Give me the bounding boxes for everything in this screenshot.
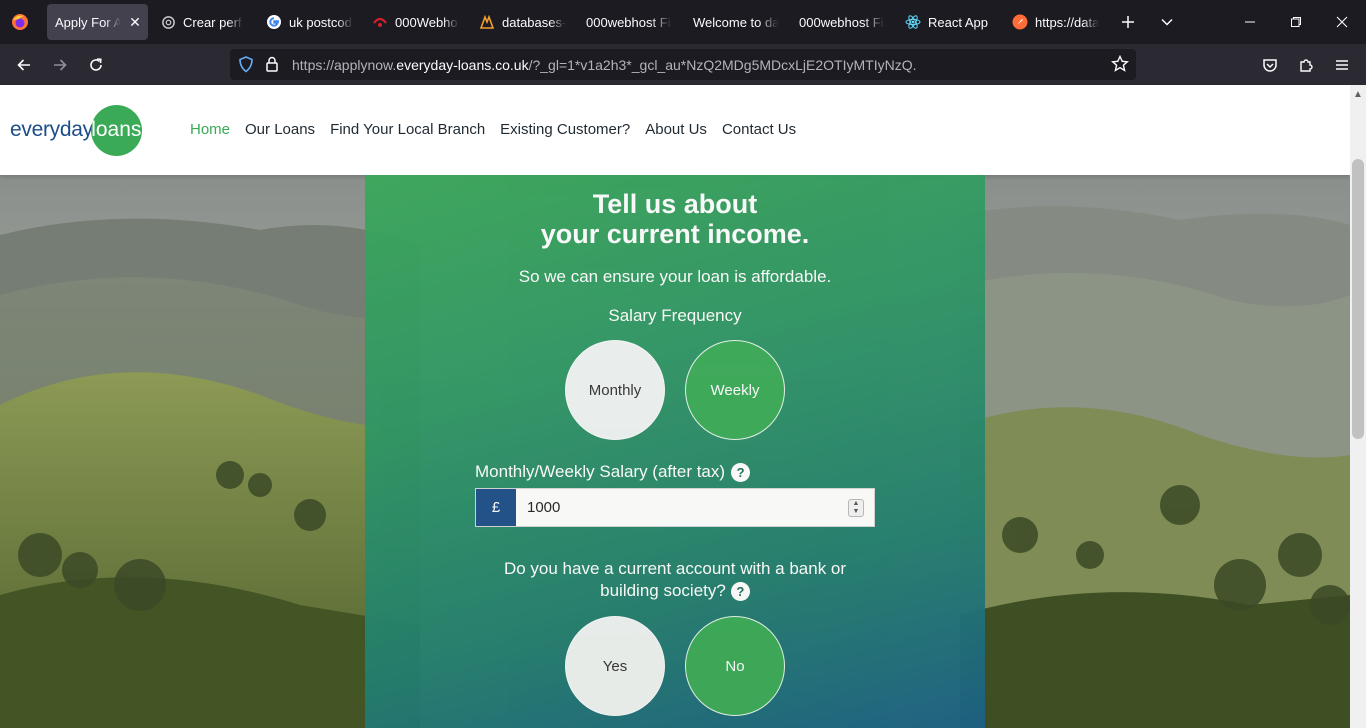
extensions-icon[interactable] [1293,52,1319,78]
everyday-loans-logo[interactable]: everyday loans [10,104,142,156]
help-icon[interactable]: ? [730,582,750,602]
chatgpt-icon [160,14,176,30]
tab-title: uk postcode [289,14,353,30]
webhost-icon [372,14,388,30]
tab-title: Apply For A Loan [55,14,121,30]
tab-apply-for-a-loan[interactable]: Apply For A Loan ✕ [47,4,148,40]
site-header: everyday loans Home Our Loans Find Your … [0,85,1350,175]
tab-https-data[interactable]: https://data [1012,4,1102,40]
url-text[interactable]: https://applynow.everyday-loans.co.uk/?_… [292,57,916,73]
page-viewport: everyday loans Home Our Loans Find Your … [0,85,1350,728]
bookmark-star-icon[interactable] [1111,54,1129,76]
page-scrollbar[interactable]: ▲ [1350,85,1366,728]
tab-title: https://data [1035,14,1099,30]
nav-find-local-branch[interactable]: Find Your Local Branch [330,121,485,138]
restore-icon[interactable] [1284,10,1308,34]
tab-react-app[interactable]: React App [905,4,1000,40]
tracking-protection-icon[interactable] [238,56,254,76]
logo-text-loans: loans [90,104,142,156]
tab-title: Crear perfil [183,14,243,30]
browser-tab-bar: Apply For A Loan ✕ Crear perfil uk postc… [0,0,1366,44]
browser-nav-bar: https://applynow.everyday-loans.co.uk/?_… [0,44,1366,85]
currency-prefix: £ [476,489,516,526]
salary-input-group: £ ▲▼ [475,488,875,527]
bank-account-no-button[interactable]: No [685,616,785,716]
database-icon [479,14,495,30]
tab-000webhost-file-1[interactable]: 000webhost File [586,4,676,40]
minimize-icon[interactable] [1238,10,1262,34]
nav-about-us[interactable]: About Us [645,121,707,138]
nav-existing-customer[interactable]: Existing Customer? [500,121,630,138]
scroll-up-arrow-icon[interactable]: ▲ [1350,85,1366,103]
income-form-panel: Tell us about your current income. So we… [365,175,985,728]
number-spinner-icon[interactable]: ▲ ▼ [848,499,864,517]
reload-icon[interactable] [83,52,109,78]
bank-account-yes-button[interactable]: Yes [565,616,665,716]
tab-title: 000Webhost [395,14,459,30]
form-title-line-2: your current income. [540,219,810,249]
nav-contact-us[interactable]: Contact Us [722,121,796,138]
tab-000webhost-file-2[interactable]: 000webhost File [799,4,889,40]
bank-account-question-line-2: building society?? [365,581,985,602]
salary-label-text: Monthly/Weekly Salary (after tax) [475,462,726,481]
tab-000webhost[interactable]: 000Webhost [372,4,462,40]
url-path: /?_gl=1*v1a2h3*_gcl_au*NzQ2MDg5MDcxLjE2O… [528,56,917,73]
frequency-monthly-button[interactable]: Monthly [565,340,665,440]
tab-welcome[interactable]: Welcome to dat [693,4,783,40]
lock-icon[interactable] [265,56,279,75]
bank-account-question-line-1: Do you have a current account with a ban… [503,559,847,578]
list-all-tabs-icon[interactable] [1155,10,1179,34]
nav-our-loans[interactable]: Our Loans [245,121,315,138]
tab-databases[interactable]: databases-a [479,4,569,40]
bank-question-text: building society? [600,581,726,600]
main-navigation: Home Our Loans Find Your Local Branch Ex… [190,121,796,138]
firefox-menu-icon[interactable] [8,10,32,34]
form-subtitle: So we can ensure your loan is affordable… [518,267,832,286]
tab-uk-postcode[interactable]: uk postcode [266,4,356,40]
url-host: everyday-loans.co.uk [396,56,529,73]
help-icon[interactable]: ? [731,462,751,482]
tab-title: React App [928,14,988,30]
tab-title: databases-a [502,14,566,30]
postman-icon [1012,14,1028,30]
salary-field-label: Monthly/Weekly Salary (after tax) ? [475,462,751,482]
close-window-icon[interactable] [1330,10,1354,34]
react-icon [905,14,921,30]
logo-text-everyday: everyday [10,118,93,141]
scrollbar-thumb[interactable] [1352,159,1364,439]
hamburger-menu-icon[interactable] [1329,52,1355,78]
tab-title: Welcome to dat [693,14,779,30]
frequency-weekly-button[interactable]: Weekly [685,340,785,440]
close-icon[interactable]: ✕ [127,14,143,31]
back-icon[interactable] [11,52,37,78]
form-title-line-1: Tell us about [592,189,758,219]
new-tab-icon[interactable] [1116,10,1140,34]
url-bar[interactable]: https://applynow.everyday-loans.co.uk/?_… [230,49,1136,80]
tab-title: 000webhost File [799,14,885,30]
nav-home[interactable]: Home [190,121,230,138]
forward-icon[interactable] [47,52,73,78]
tab-crear-perfil[interactable]: Crear perfil [160,4,250,40]
tab-title: 000webhost File [586,14,672,30]
google-icon [266,14,282,30]
pocket-icon[interactable] [1257,52,1283,78]
url-prefix: https://applynow. [292,56,397,73]
salary-amount-input[interactable] [516,489,874,526]
salary-frequency-label: Salary Frequency [608,306,742,325]
